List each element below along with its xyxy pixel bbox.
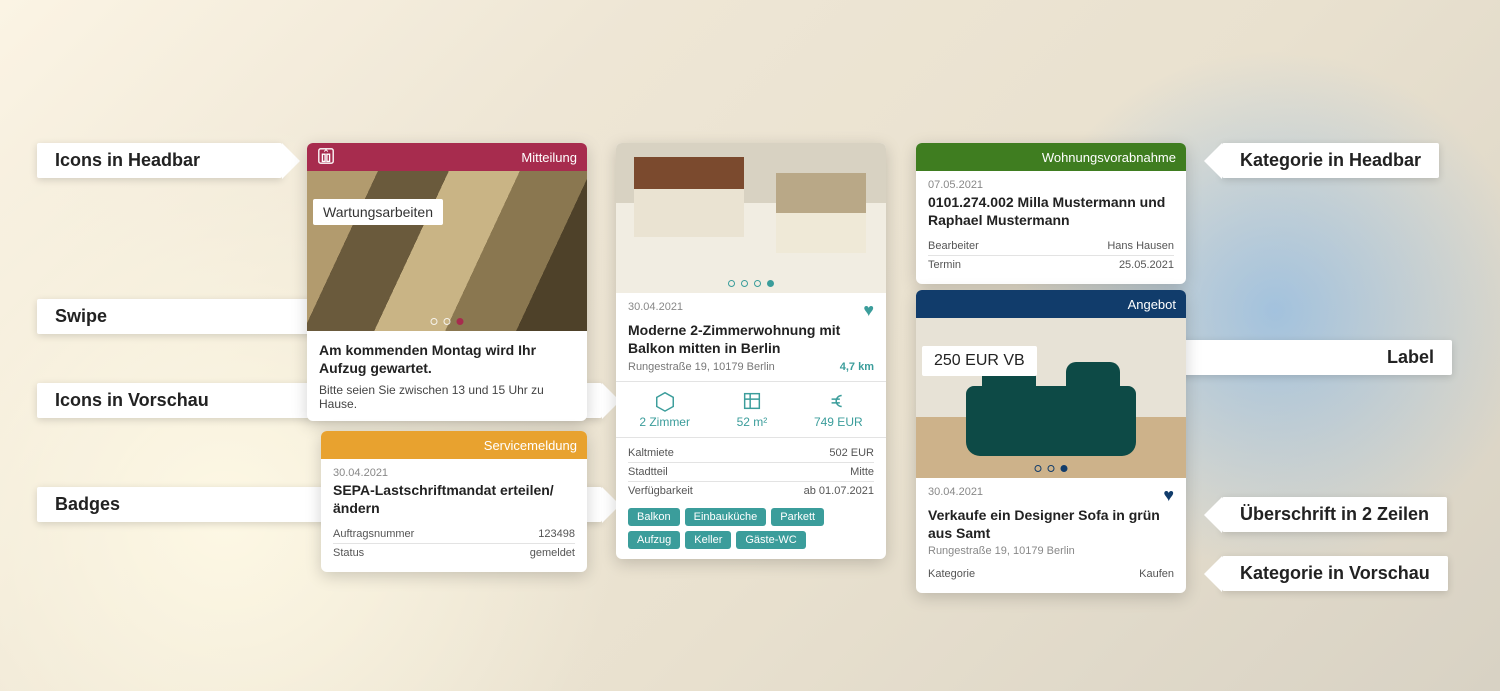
- annotation-kategorie-vorschau: Kategorie in Vorschau: [1222, 556, 1448, 591]
- preview-icons: 2 Zimmer 52 m² 749 EUR: [616, 381, 886, 438]
- annotation-kategorie-headbar: Kategorie in Headbar: [1222, 143, 1439, 178]
- annotation-ueberschrift: Überschrift in 2 Zeilen: [1222, 497, 1447, 532]
- dot: [741, 280, 748, 287]
- dot-active: [1061, 465, 1068, 472]
- card-image[interactable]: [616, 143, 886, 293]
- table-row: Verfügbarkeitab 01.07.2021: [628, 482, 874, 500]
- image-overlay-label: Wartungsarbeiten: [313, 199, 443, 225]
- card-title: SEPA-Lastschriftmandat erteilen/ändern: [333, 482, 575, 517]
- euro-icon: [814, 390, 863, 415]
- card-mitteilung[interactable]: Mitteilung Wartungsarbeiten Am kommenden…: [307, 143, 587, 421]
- card-image[interactable]: 250 EUR VB: [916, 318, 1186, 478]
- badge[interactable]: Aufzug: [628, 531, 680, 549]
- card-date: 07.05.2021: [928, 179, 1174, 191]
- dot: [1048, 465, 1055, 472]
- area-icon: [737, 390, 768, 415]
- area-value: 52 m²: [737, 415, 768, 429]
- card-title: Moderne 2-Zimmerwohnung mit Balkon mitte…: [628, 322, 874, 357]
- badge[interactable]: Einbauküche: [685, 508, 767, 526]
- badge[interactable]: Parkett: [771, 508, 824, 526]
- heart-icon[interactable]: ♥: [863, 301, 874, 319]
- rooms-icon: [639, 390, 690, 415]
- card-title: Verkaufe ein Designer Sofa in grün aus S…: [928, 507, 1174, 542]
- dot: [431, 318, 438, 325]
- badge[interactable]: Gäste-WC: [736, 531, 805, 549]
- dot: [1035, 465, 1042, 472]
- badge[interactable]: Balkon: [628, 508, 680, 526]
- headbar: Wohnungsvorabnahme: [916, 143, 1186, 171]
- badge[interactable]: Keller: [685, 531, 731, 549]
- headbar: Mitteilung: [307, 143, 587, 171]
- sofa-illustration: [966, 386, 1136, 456]
- table-row: StadtteilMitte: [628, 463, 874, 482]
- headbar-category: Servicemeldung: [484, 438, 577, 453]
- headbar: Servicemeldung: [321, 431, 587, 459]
- card-wohnungsvorabnahme[interactable]: Wohnungsvorabnahme 07.05.2021 0101.274.0…: [916, 143, 1186, 284]
- swipe-indicator[interactable]: [1035, 465, 1068, 472]
- card-distance: 4,7 km: [840, 361, 874, 373]
- swipe-indicator[interactable]: [431, 318, 464, 325]
- card-angebot[interactable]: Angebot 250 EUR VB 30.04.2021 ♥ Verkaufe…: [916, 290, 1186, 593]
- swipe-indicator[interactable]: [728, 280, 774, 287]
- card-image[interactable]: Wartungsarbeiten: [307, 171, 587, 331]
- table-row: BearbeiterHans Hausen: [928, 237, 1174, 256]
- card-apartment[interactable]: 30.04.2021 ♥ Moderne 2-Zimmerwohnung mit…: [616, 143, 886, 559]
- price-value: 749 EUR: [814, 415, 863, 429]
- table-row: Kaltmiete502 EUR: [628, 444, 874, 463]
- badge-list: Balkon Einbauküche Parkett Aufzug Keller…: [628, 508, 874, 549]
- headbar: Angebot: [916, 290, 1186, 318]
- card-title: Am kommenden Montag wird Ihr Aufzug gewa…: [319, 342, 575, 377]
- price-label: 250 EUR VB: [922, 346, 1037, 376]
- elevator-icon: [317, 147, 335, 168]
- table-row: Auftragsnummer123498: [333, 525, 575, 544]
- card-servicemeldung[interactable]: Servicemeldung 30.04.2021 SEPA-Lastschri…: [321, 431, 587, 572]
- table-row: Statusgemeldet: [333, 544, 575, 562]
- dot-active: [767, 280, 774, 287]
- rooms-value: 2 Zimmer: [639, 415, 690, 429]
- headbar-category: Angebot: [1128, 297, 1176, 312]
- card-text: Bitte seien Sie zwischen 13 und 15 Uhr z…: [319, 383, 575, 411]
- card-date: 30.04.2021: [628, 301, 683, 313]
- card-title: 0101.274.002 Milla Mustermann und Raphae…: [928, 194, 1174, 229]
- dot: [754, 280, 761, 287]
- headbar-category: Wohnungsvorabnahme: [1042, 150, 1176, 165]
- card-address: Rungestraße 19, 10179 Berlin: [928, 545, 1174, 557]
- dot-active: [457, 318, 464, 325]
- card-date: 30.04.2021: [333, 467, 575, 479]
- dot: [444, 318, 451, 325]
- card-address: Rungestraße 19, 10179 Berlin: [628, 361, 775, 373]
- dot: [728, 280, 735, 287]
- headbar-category: Mitteilung: [521, 150, 577, 165]
- heart-icon[interactable]: ♥: [1163, 486, 1174, 504]
- annotation-icons-headbar: Icons in Headbar: [37, 143, 282, 178]
- card-date: 30.04.2021: [928, 486, 983, 498]
- table-row: KategorieKaufen: [928, 565, 1174, 583]
- table-row: Termin25.05.2021: [928, 256, 1174, 274]
